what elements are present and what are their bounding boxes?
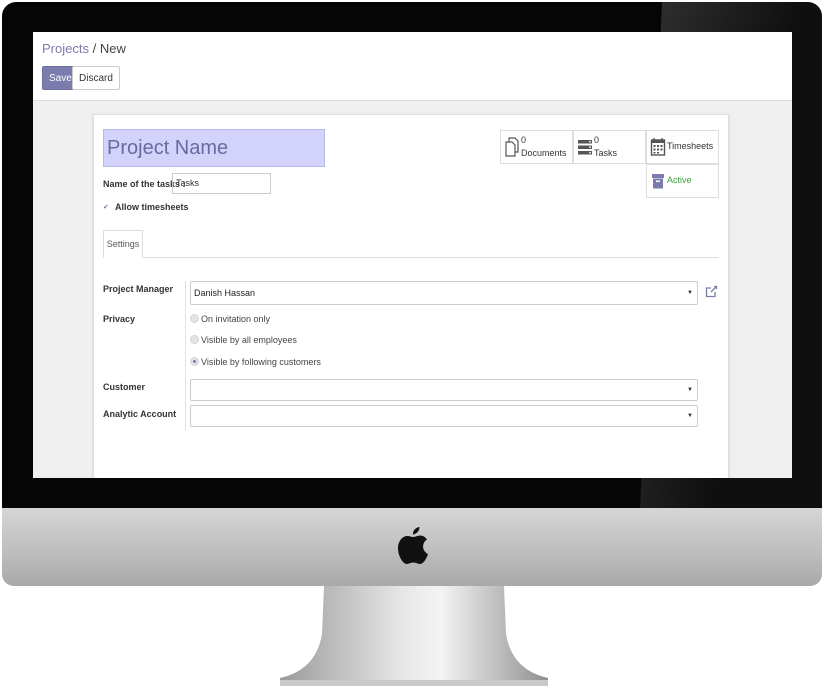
breadcrumb-current: New [99,41,126,56]
project-name-input[interactable]: Project Name [103,129,325,167]
chevron-down-icon: ▼ [687,290,693,296]
chevron-down-icon: ▼ [687,387,693,393]
documents-label: Documents [521,148,567,158]
tasks-count: 0 [594,135,600,145]
archive-icon [652,174,664,189]
privacy-option-invitation: On invitation only [201,314,271,324]
control-panel: Projects / New Save Discard [33,32,792,101]
apple-logo-icon [398,527,428,564]
analytic-account-select[interactable]: ▼ [190,405,698,427]
tab-divider [103,257,719,258]
discard-button[interactable]: Discard [72,66,120,90]
privacy-radio-customers[interactable] [190,357,199,366]
allow-timesheets-label: Allow timesheets [115,202,189,212]
breadcrumb-separator: / [92,41,97,56]
chevron-down-icon: ▼ [687,413,693,419]
documents-stat-button[interactable]: 0 Documents [500,130,573,164]
customer-label: Customer [103,382,146,392]
documents-count: 0 [521,135,527,145]
privacy-option-employees: Visible by all employees [201,335,297,345]
allow-timesheets-checkbox[interactable]: ✔ [103,204,110,211]
privacy-radio-employees[interactable] [190,335,199,344]
project-manager-select[interactable]: Danish Hassan ▼ [190,281,698,305]
privacy-label: Privacy [103,314,136,324]
active-toggle-button[interactable]: Active [646,164,719,198]
form-sheet: Project Name Name of the tasks : Tasks ✔… [93,114,729,478]
tab-settings[interactable]: Settings [103,230,143,258]
tasks-label: Tasks [594,148,618,158]
active-label: Active [667,175,692,185]
timesheets-label: Timesheets [667,141,714,151]
external-link-icon[interactable] [705,285,718,298]
tasks-name-input[interactable]: Tasks [172,173,271,194]
screen: Projects / New Save Discard Project Name… [33,32,792,478]
monitor-stand [280,586,548,686]
label-column-divider [185,281,186,431]
tasks-stat-button[interactable]: 0 Tasks [573,130,646,164]
project-manager-label: Project Manager [103,284,174,294]
documents-icon [505,137,519,157]
calendar-icon [650,138,666,156]
privacy-radio-invitation[interactable] [190,314,199,323]
customer-select[interactable]: ▼ [190,379,698,401]
breadcrumb: Projects / New [42,41,126,56]
timesheets-stat-button[interactable]: Timesheets [646,130,719,164]
project-manager-value: Danish Hassan [194,288,256,298]
analytic-account-label: Analytic Account [103,409,177,419]
privacy-option-customers: Visible by following customers [201,357,321,367]
breadcrumb-projects-link[interactable]: Projects [42,41,89,56]
tasks-icon [578,140,592,155]
